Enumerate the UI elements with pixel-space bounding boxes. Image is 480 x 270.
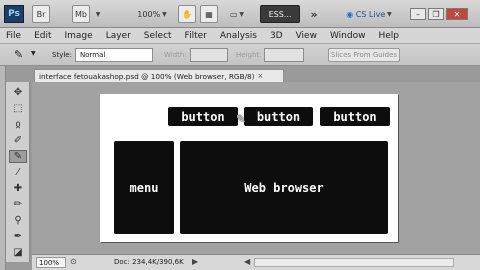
cs-live-icon: ◉ — [346, 9, 356, 19]
healing-brush-tool-icon[interactable]: ✚ — [9, 182, 27, 195]
menu-view[interactable]: View — [296, 31, 317, 41]
screen-mode-icon[interactable]: ▭ ▼ — [222, 5, 252, 23]
eraser-tool-icon[interactable]: ◪ — [9, 246, 27, 259]
move-tool-icon[interactable]: ✥ — [9, 86, 27, 99]
height-label: Height: — [236, 51, 262, 59]
application-bar: Ps Br Mb ▼ 100% ▼ ✋ ▦ ▭ ▼ ESS... » ◉ CS … — [0, 0, 480, 28]
menu-file[interactable]: File — [6, 31, 21, 41]
width-field[interactable] — [190, 48, 228, 62]
style-select-value: Normal — [80, 51, 106, 59]
cs-live-label: CS Live — [355, 9, 386, 19]
menu-analysis[interactable]: Analysis — [220, 31, 257, 41]
document-tab-title: interface fetouakashop.psd @ 100% (Web b… — [39, 71, 255, 81]
brush-tool-icon[interactable]: ✏ — [9, 198, 27, 211]
menu-layer[interactable]: Layer — [106, 31, 131, 41]
status-menu-arrow-icon[interactable]: ▶ — [192, 257, 198, 266]
workspace-switcher[interactable]: ESS... — [260, 5, 300, 23]
height-field[interactable] — [264, 48, 304, 62]
style-label: Style: — [52, 51, 72, 59]
chevron-down-icon[interactable]: ▼ — [31, 50, 36, 57]
photoshop-window: Ps Br Mb ▼ 100% ▼ ✋ ▦ ▭ ▼ ESS... » ◉ CS … — [0, 0, 480, 270]
wireframe-menu-block: menu — [114, 141, 174, 234]
horizontal-scrollbar[interactable] — [254, 258, 454, 267]
menu-3d[interactable]: 3D — [270, 31, 283, 41]
wireframe-button-1: button — [168, 107, 238, 126]
arrange-documents-icon[interactable]: ▦ — [200, 5, 218, 23]
menu-image[interactable]: Image — [65, 31, 93, 41]
document-size-info: Doc: 234,4K/390,6K — [114, 258, 184, 266]
scroll-left-icon[interactable]: ◀ — [244, 257, 250, 266]
mini-bridge-icon[interactable]: Mb — [72, 5, 90, 23]
clone-stamp-tool-icon[interactable]: ⚲ — [9, 214, 27, 227]
wireframe-web-browser-block: Web browser — [180, 141, 388, 234]
minimize-button[interactable]: – — [410, 8, 426, 20]
zoom-field[interactable]: 100% — [36, 257, 66, 268]
slices-from-guides-button[interactable]: Slices From Guides — [328, 48, 400, 62]
slice-tool-icon[interactable]: ✎ — [9, 150, 27, 163]
eyedropper-tool-icon[interactable]: ⁄ — [9, 166, 27, 179]
zoom-field-value: 100% — [39, 258, 60, 267]
cs-live-menu[interactable]: ◉ CS Live ▼ — [340, 5, 398, 23]
history-brush-tool-icon[interactable]: ✒ — [9, 230, 27, 243]
zoom-level-value: 100% — [137, 9, 161, 19]
menu-window[interactable]: Window — [330, 31, 366, 41]
slice-cursor-icon: ✎ — [236, 112, 247, 126]
bridge-icon[interactable]: Br — [32, 5, 50, 23]
menu-bar: File Edit Image Layer Select Filter Anal… — [0, 28, 480, 44]
zoom-level-dropdown[interactable]: 100% ▼ — [132, 5, 172, 23]
width-label: Width: — [164, 51, 187, 59]
photoshop-logo: Ps — [4, 5, 24, 23]
menu-help[interactable]: Help — [378, 31, 399, 41]
options-bar: ✎ ▼ Style: Normal Width: Height: Slices … — [0, 44, 480, 66]
lasso-tool-icon[interactable]: ჲ — [9, 118, 27, 131]
wireframe-button-3: button — [320, 107, 390, 126]
quick-selection-tool-icon[interactable]: ✐ — [9, 134, 27, 147]
marquee-tool-icon[interactable]: ⬚ — [9, 102, 27, 115]
status-bar: 100% ⊙ Doc: 234,4K/390,6K ▶ ◀ — [32, 254, 480, 270]
document-tab[interactable]: interface fetouakashop.psd @ 100% (Web b… — [34, 69, 284, 82]
status-options-icon[interactable]: ⊙ — [70, 257, 77, 266]
more-workspaces-icon[interactable]: » — [306, 5, 322, 23]
menu-select[interactable]: Select — [144, 31, 172, 41]
wireframe-button-2: button — [244, 107, 313, 126]
menu-edit[interactable]: Edit — [34, 31, 51, 41]
style-select[interactable]: Normal — [75, 48, 153, 62]
chevron-down-icon[interactable]: ▼ — [93, 5, 103, 23]
menu-filter[interactable]: Filter — [185, 31, 207, 41]
hand-tool-icon[interactable]: ✋ — [178, 5, 196, 23]
tools-panel: ✥ ⬚ ჲ ✐ ✎ ⁄ ✚ ✏ ⚲ ✒ ◪ — [6, 82, 30, 262]
slice-tool-preset-icon[interactable]: ✎ — [14, 48, 23, 61]
restore-button[interactable]: ❐ — [428, 8, 444, 20]
close-button[interactable]: ✕ — [446, 8, 468, 20]
close-document-icon[interactable]: × — [258, 72, 264, 80]
